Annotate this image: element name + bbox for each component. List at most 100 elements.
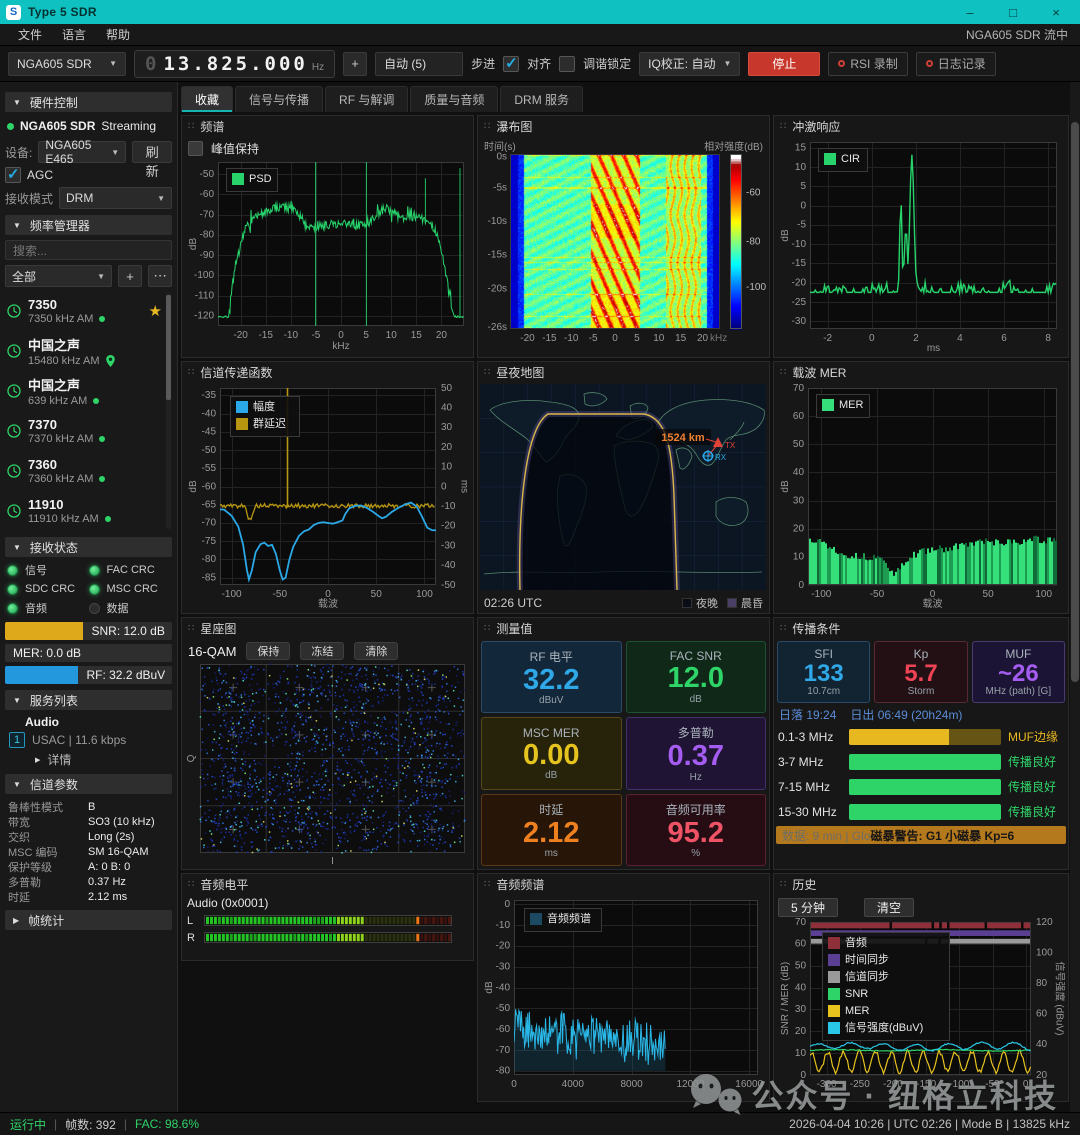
clock-icon bbox=[7, 464, 21, 478]
refresh-button[interactable]: 刷新 bbox=[132, 141, 172, 163]
map-legend-item: 晨昏 bbox=[727, 595, 763, 611]
frequency-display[interactable]: 0 13.825.000 Hz bbox=[134, 50, 335, 78]
minimize-button[interactable]: – bbox=[952, 0, 988, 24]
hardware-section-header[interactable]: ▼硬件控制 bbox=[5, 92, 172, 112]
scrollbar-thumb[interactable] bbox=[166, 295, 171, 400]
panel-audio-spectrum-header[interactable]: ∷音频频谱 bbox=[478, 874, 769, 894]
panel-constellation-header[interactable]: ∷星座图 bbox=[182, 618, 473, 638]
frame-count: 帧数: 392 bbox=[65, 1116, 116, 1133]
step-label: 步进 bbox=[471, 55, 495, 72]
peak-hold-checkbox[interactable] bbox=[188, 141, 203, 156]
band-condition-row: 0.1-3 MHzMUF边缘 bbox=[776, 724, 1066, 749]
history-chart[interactable] bbox=[776, 918, 1065, 1099]
station-item[interactable]: 73507350 kHz AM★ bbox=[5, 291, 164, 331]
frame-stats-header[interactable]: ▶帧统计 bbox=[5, 910, 172, 930]
search-input[interactable]: 搜索... bbox=[5, 240, 172, 260]
panel-measurements-header[interactable]: ∷测量值 bbox=[478, 618, 769, 638]
channel-params: 鲁棒性模式B带宽SO3 (10 kHz)交织Long (2s)MSC 编码SM … bbox=[5, 799, 172, 904]
stop-button[interactable]: 停止 bbox=[748, 52, 820, 76]
tab[interactable]: 质量与音频 bbox=[410, 86, 498, 112]
constellation-button[interactable]: 保持 bbox=[246, 642, 290, 660]
station-filter-select[interactable]: 全部▼ bbox=[5, 265, 112, 287]
panel-history-header[interactable]: ∷历史 bbox=[774, 874, 1068, 894]
add-station-button[interactable]: + bbox=[118, 265, 142, 287]
close-button[interactable]: × bbox=[1038, 0, 1074, 24]
rsi-record-button[interactable]: RSI 录制 bbox=[828, 52, 907, 76]
panel-spectrum-header[interactable]: ∷频谱 bbox=[182, 116, 473, 136]
menu-item[interactable]: 语言 bbox=[52, 26, 96, 43]
history-clear-button[interactable]: 清空 bbox=[864, 898, 914, 917]
clock-icon bbox=[7, 304, 21, 318]
waterfall-chart[interactable] bbox=[480, 152, 766, 351]
status-led: 音频 bbox=[7, 600, 89, 616]
menu-item[interactable]: 文件 bbox=[8, 26, 52, 43]
daynight-map[interactable]: TXRX1524 km bbox=[480, 384, 767, 593]
status-led: MSC CRC bbox=[89, 581, 171, 597]
cir-chart[interactable] bbox=[776, 138, 1065, 355]
constellation-button[interactable]: 清除 bbox=[354, 642, 398, 660]
status-dot-icon bbox=[99, 316, 105, 322]
rx-mode-select[interactable]: DRM▼ bbox=[59, 187, 172, 209]
panel-propagation-header[interactable]: ∷传播条件 bbox=[774, 618, 1068, 638]
maximize-button[interactable]: □ bbox=[995, 0, 1031, 24]
clock-icon bbox=[7, 344, 21, 358]
panel-constellation: ∷星座图 16-QAM 保持冻结清除 bbox=[181, 617, 474, 870]
menu-item[interactable]: 帮助 bbox=[96, 26, 140, 43]
services-section-header[interactable]: ▼服务列表 bbox=[5, 690, 172, 710]
tab[interactable]: 信号与传播 bbox=[235, 86, 323, 112]
freq-manager-section-header[interactable]: ▼频率管理器 bbox=[5, 215, 172, 235]
channel-param-row: 带宽SO3 (10 kHz) bbox=[8, 814, 169, 829]
spectrum-chart[interactable] bbox=[184, 158, 470, 353]
service-entry[interactable]: Audio 1USAC | 11.6 kbps ▶详情 bbox=[5, 715, 172, 768]
tab[interactable]: 收藏 bbox=[181, 86, 233, 112]
panel-cir-header[interactable]: ∷冲激响应 bbox=[774, 116, 1068, 136]
app-icon: S bbox=[6, 5, 21, 20]
audio-spectrum-chart[interactable] bbox=[480, 896, 766, 1099]
frequency-plus-button[interactable]: + bbox=[343, 52, 367, 76]
step-input[interactable]: 自动 (5) bbox=[375, 52, 463, 76]
transfer-chart[interactable] bbox=[184, 384, 470, 611]
rx-status-section-header[interactable]: ▼接收状态 bbox=[5, 537, 172, 557]
panel-waterfall-header[interactable]: ∷瀑布图 bbox=[478, 116, 769, 136]
channel-param-row: 保护等级A: 0 B: 0 bbox=[8, 859, 169, 874]
status-led: 信号 bbox=[7, 562, 89, 578]
station-item[interactable]: 中国之声15480 kHz AM bbox=[5, 331, 164, 371]
carrier-mer-chart[interactable] bbox=[776, 384, 1065, 611]
panel-carrier-mer: ∷载波 MER bbox=[773, 361, 1069, 614]
panel-measurements: ∷测量值 RF 电平32.2dBuVFAC SNR12.0dBMSC MER0.… bbox=[477, 617, 770, 870]
main-scrollbar[interactable] bbox=[1070, 82, 1080, 1112]
channel-params-section-header[interactable]: ▼信道参数 bbox=[5, 774, 172, 794]
station-item[interactable]: 73707370 kHz AM bbox=[5, 411, 164, 451]
panel-transfer-header[interactable]: ∷信道传递函数 bbox=[182, 362, 473, 382]
device-select[interactable]: NGA605 SDR▼ bbox=[8, 52, 126, 76]
panel-carrier-mer-header[interactable]: ∷载波 MER bbox=[774, 362, 1068, 382]
map-legend: 夜晚晨昏 bbox=[673, 595, 763, 611]
measurement-tile: RF 电平32.2dBuV bbox=[481, 641, 622, 713]
measurement-tile: 音频可用率95.2% bbox=[626, 794, 767, 866]
more-options-button[interactable]: ⋯ bbox=[148, 265, 172, 287]
star-icon[interactable]: ★ bbox=[149, 302, 162, 320]
log-button[interactable]: 日志记录 bbox=[916, 52, 996, 76]
station-item[interactable]: 73607360 kHz AM bbox=[5, 451, 164, 491]
station-item[interactable]: 中国之声639 kHz AM bbox=[5, 371, 164, 411]
audio-level-meter bbox=[204, 915, 452, 926]
chevron-down-icon: ▼ bbox=[13, 98, 21, 107]
scrollbar-thumb[interactable] bbox=[1071, 122, 1079, 682]
led-icon bbox=[89, 603, 100, 614]
pin-icon bbox=[106, 355, 115, 367]
history-range-button[interactable]: 5 分钟 bbox=[778, 898, 838, 917]
tab[interactable]: DRM 服务 bbox=[500, 86, 583, 112]
agc-checkbox[interactable] bbox=[5, 167, 21, 183]
chevron-right-icon: ▶ bbox=[35, 756, 40, 764]
tab[interactable]: RF 与解调 bbox=[325, 86, 408, 112]
align-checkbox[interactable] bbox=[503, 56, 519, 72]
device-model-select[interactable]: NGA605 E465▼ bbox=[38, 141, 126, 163]
tune-lock-checkbox[interactable] bbox=[559, 56, 575, 72]
panel-map-header[interactable]: ∷昼夜地图 bbox=[478, 362, 769, 382]
panel-audio-level-header[interactable]: ∷音频电平 bbox=[182, 874, 473, 894]
service-details-toggle[interactable]: ▶详情 bbox=[9, 751, 168, 768]
constellation-button[interactable]: 冻结 bbox=[300, 642, 344, 660]
station-item[interactable]: 1191011910 kHz AM bbox=[5, 491, 164, 531]
constellation-chart[interactable] bbox=[184, 662, 470, 867]
iq-correction-select[interactable]: IQ校正: 自动▼ bbox=[639, 52, 740, 76]
